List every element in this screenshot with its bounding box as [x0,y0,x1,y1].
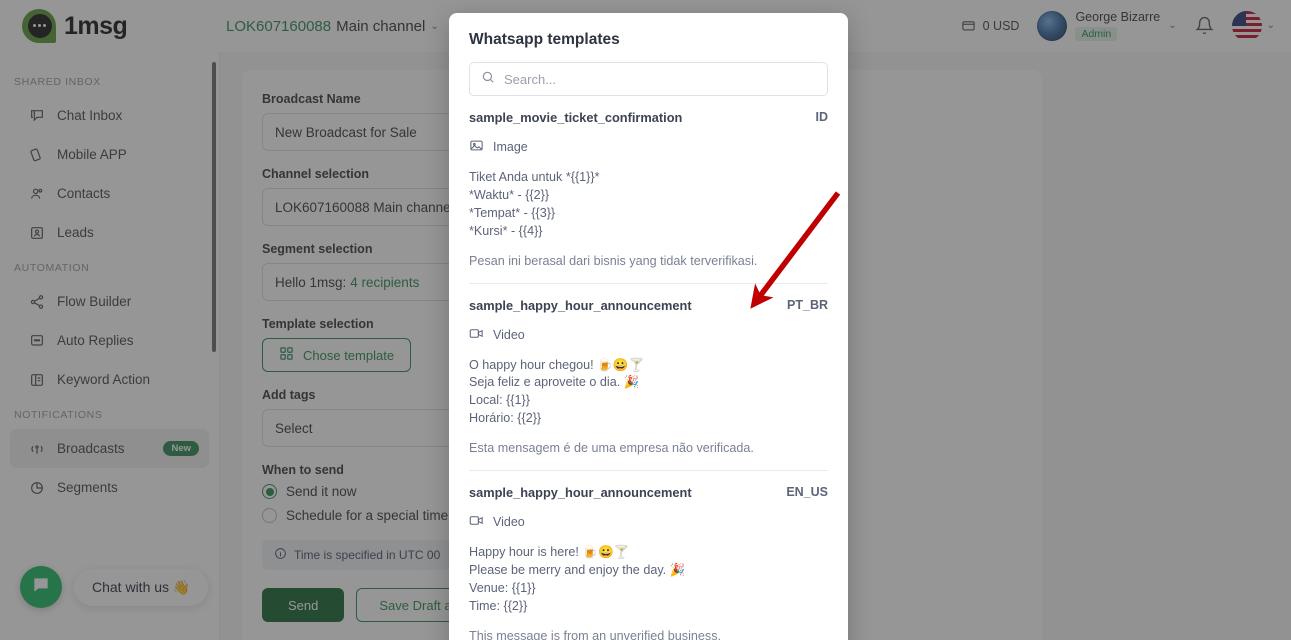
modal-title: Whatsapp templates [469,31,620,48]
search-wrapper [449,49,848,96]
template-list: sample_movie_ticket_confirmation ID Imag… [449,96,848,640]
template-media: Video [469,513,828,531]
template-body: Happy hour is here! 🍺😀🍸 Please be merry … [469,545,686,613]
template-language: ID [815,110,829,124]
template-header: sample_happy_hour_announcement EN_US [469,485,828,500]
template-header: sample_happy_hour_announcement PT_BR [469,298,828,313]
template-media: Image [469,138,828,156]
video-icon [469,513,484,531]
template-header: sample_movie_ticket_confirmation ID [469,110,828,125]
video-icon [469,326,484,344]
template-footer: Esta mensagem é de uma empresa não verif… [469,441,754,455]
image-icon [469,138,484,156]
template-body: Tiket Anda untuk *{{1}}* *Waktu* - {{2}}… [469,170,600,238]
app-root: 1msg LOK607160088 Main channel ⌄ 0 USD [0,0,1291,640]
template-language: EN_US [786,485,828,499]
template-item[interactable]: sample_happy_hour_announcement PT_BR Vid… [469,284,828,471]
template-media: Video [469,326,828,344]
template-footer: This message is from an unverified busin… [469,628,721,640]
template-body: O happy hour chegou! 🍺😀🍸 Seja feliz e ap… [469,357,645,426]
template-name: sample_movie_ticket_confirmation [469,110,683,125]
template-item[interactable]: sample_happy_hour_announcement EN_US Vid… [469,471,828,640]
template-media-type: Video [493,327,525,342]
search-box[interactable] [469,62,828,96]
search-input[interactable] [504,71,816,87]
template-name: sample_happy_hour_announcement [469,297,692,313]
template-media-type: Video [493,515,525,529]
template-media-type: Image [493,140,528,154]
template-language: PT_BR [787,297,828,312]
whatsapp-templates-modal: Whatsapp templates sample_movie_ticket_c… [449,13,848,640]
template-name: sample_happy_hour_announcement [469,485,692,500]
template-footer: Pesan ini berasal dari bisnis yang tidak… [469,253,758,268]
template-item[interactable]: sample_movie_ticket_confirmation ID Imag… [469,96,828,284]
search-icon [481,70,495,89]
